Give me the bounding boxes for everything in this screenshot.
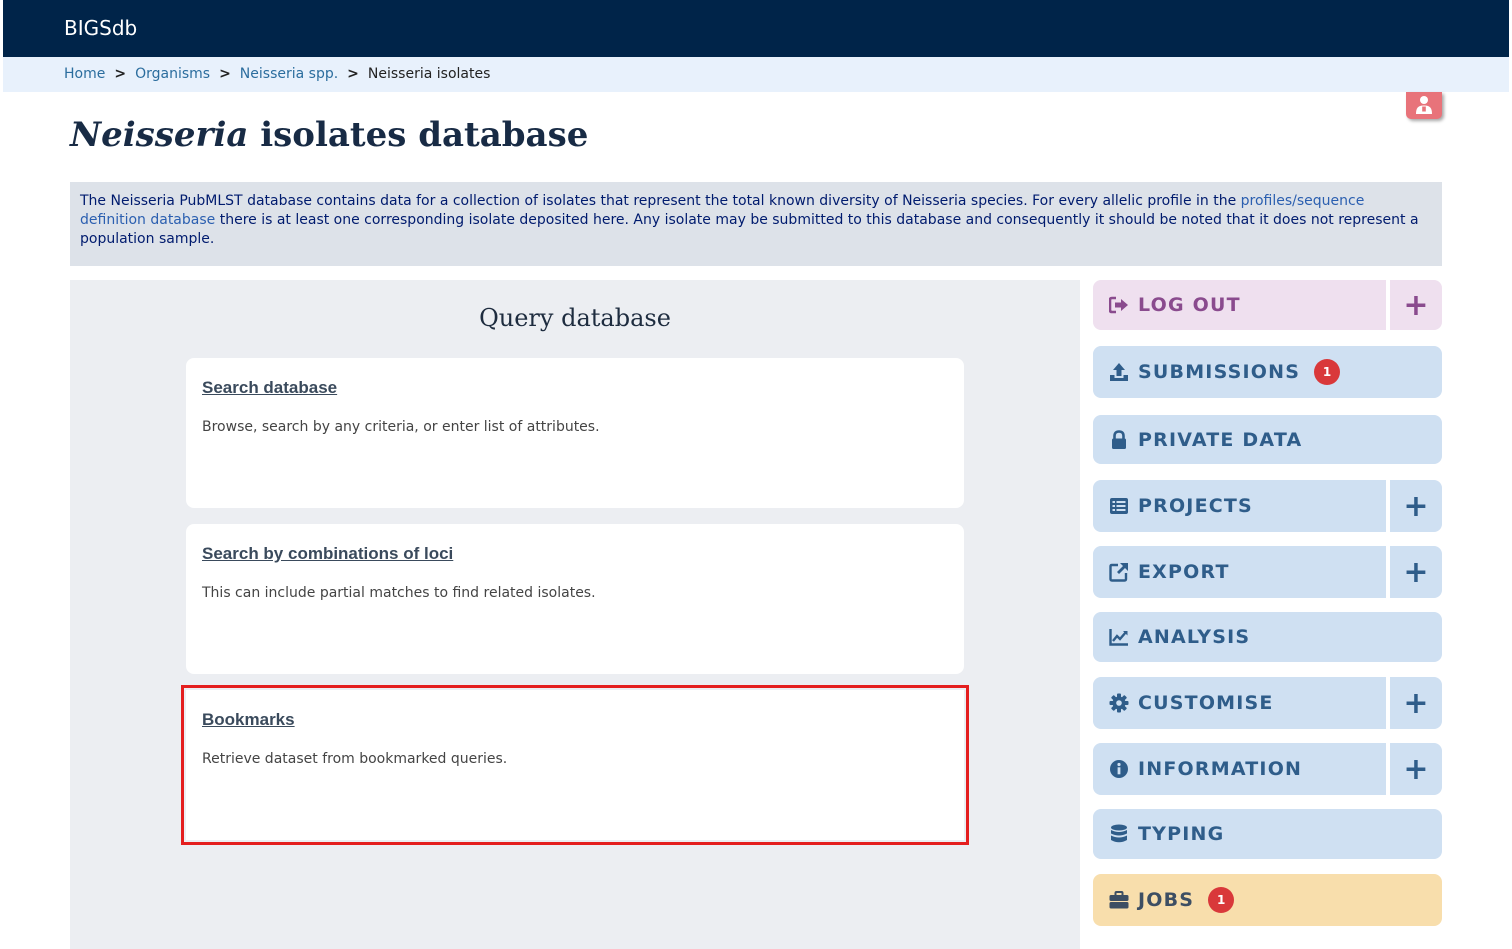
search-database-link[interactable]: Search database	[202, 378, 337, 398]
breadcrumb: Home > Organisms > Neisseria spp. > Neis…	[64, 66, 490, 82]
page-title-rest: isolates database	[248, 115, 589, 155]
external-link-icon	[1109, 562, 1129, 582]
lock-icon	[1109, 429, 1129, 450]
menu-label: CUSTOMISE	[1138, 692, 1274, 714]
menu-label: ANALYSIS	[1138, 626, 1251, 648]
brand-logo[interactable]: BIGSdb	[64, 16, 137, 40]
menu-submissions: SUBMISSIONS 1	[1093, 346, 1442, 398]
logout-button[interactable]: LOG OUT	[1093, 280, 1386, 330]
projects-expand-button[interactable]: +	[1386, 480, 1442, 532]
user-icon	[1416, 96, 1432, 114]
sign-out-icon	[1109, 295, 1129, 315]
card-description: This can include partial matches to find…	[202, 585, 596, 601]
menu-label: PROJECTS	[1138, 495, 1253, 517]
customise-button[interactable]: CUSTOMISE	[1093, 677, 1386, 729]
breadcrumb-home[interactable]: Home	[64, 66, 105, 82]
jobs-button[interactable]: JOBS 1	[1093, 874, 1442, 926]
info-icon	[1109, 759, 1129, 779]
breadcrumb-separator: >	[219, 66, 231, 82]
private-data-button[interactable]: PRIVATE DATA	[1093, 415, 1442, 464]
description-banner: The Neisseria PubMLST database contains …	[70, 182, 1442, 266]
menu-private-data: PRIVATE DATA	[1093, 415, 1442, 464]
information-button[interactable]: INFORMATION	[1093, 743, 1386, 795]
page: BIGSdb Home > Organisms > Neisseria spp.…	[3, 0, 1509, 949]
search-loci-card[interactable]: Search by combinations of loci This can …	[186, 524, 964, 674]
bookmarks-link[interactable]: Bookmarks	[202, 710, 295, 730]
breadcrumb-neisseria-spp[interactable]: Neisseria spp.	[240, 66, 338, 82]
menu-label: SUBMISSIONS	[1138, 361, 1301, 383]
export-button[interactable]: EXPORT	[1093, 546, 1386, 598]
breadcrumb-separator: >	[347, 66, 359, 82]
search-database-card[interactable]: Search database Browse, search by any cr…	[186, 358, 964, 508]
menu-label: PRIVATE DATA	[1138, 428, 1303, 451]
projects-button[interactable]: PROJECTS	[1093, 480, 1386, 532]
jobs-count-badge: 1	[1208, 887, 1235, 913]
information-expand-button[interactable]: +	[1386, 743, 1442, 795]
breadcrumb-current: Neisseria isolates	[367, 66, 491, 82]
bookmarks-card[interactable]: Bookmarks Retrieve dataset from bookmark…	[181, 685, 969, 845]
analysis-button[interactable]: ANALYSIS	[1093, 612, 1442, 662]
breadcrumb-organisms[interactable]: Organisms	[135, 66, 210, 82]
menu-label: LOG OUT	[1138, 294, 1241, 316]
menu-information: INFORMATION +	[1093, 743, 1442, 795]
menu-label: INFORMATION	[1138, 758, 1303, 780]
menu-logout: LOG OUT +	[1093, 280, 1442, 330]
menu-jobs: JOBS 1	[1093, 874, 1442, 926]
upload-icon	[1109, 362, 1129, 382]
card-description: Browse, search by any criteria, or enter…	[202, 419, 600, 435]
export-expand-button[interactable]: +	[1386, 546, 1442, 598]
submissions-button[interactable]: SUBMISSIONS 1	[1093, 346, 1442, 398]
breadcrumb-separator: >	[114, 66, 127, 82]
menu-customise: CUSTOMISE +	[1093, 677, 1442, 729]
banner-text-part1: The Neisseria PubMLST database contains …	[80, 193, 1241, 209]
menu-label: JOBS	[1138, 889, 1195, 911]
top-bar: BIGSdb	[3, 0, 1509, 57]
menu-export: EXPORT +	[1093, 546, 1442, 598]
breadcrumb-bar: Home > Organisms > Neisseria spp. > Neis…	[3, 57, 1509, 92]
menu-label: EXPORT	[1138, 561, 1230, 583]
list-icon	[1109, 496, 1129, 516]
database-icon	[1109, 824, 1129, 844]
query-heading: Query database	[479, 304, 671, 332]
menu-label: TYPING	[1138, 823, 1225, 845]
page-title-genus: Neisseria	[70, 115, 249, 155]
user-menu-button[interactable]	[1406, 92, 1442, 119]
gear-icon	[1109, 693, 1129, 713]
typing-button[interactable]: TYPING	[1093, 809, 1442, 859]
page-title: Neisseria isolates database	[70, 115, 588, 155]
briefcase-icon	[1109, 890, 1129, 910]
card-description: Retrieve dataset from bookmarked queries…	[202, 751, 508, 767]
query-panel: Query database Search database Browse, s…	[70, 280, 1080, 949]
submissions-count-badge: 1	[1314, 359, 1341, 385]
menu-typing: TYPING	[1093, 809, 1442, 859]
menu-analysis: ANALYSIS	[1093, 612, 1442, 662]
line-chart-icon	[1109, 627, 1129, 647]
logout-expand-button[interactable]: +	[1386, 280, 1442, 330]
banner-text-part2: there is at least one corresponding isol…	[80, 212, 1419, 247]
search-loci-link[interactable]: Search by combinations of loci	[202, 544, 453, 564]
menu-projects: PROJECTS +	[1093, 480, 1442, 532]
customise-expand-button[interactable]: +	[1386, 677, 1442, 729]
